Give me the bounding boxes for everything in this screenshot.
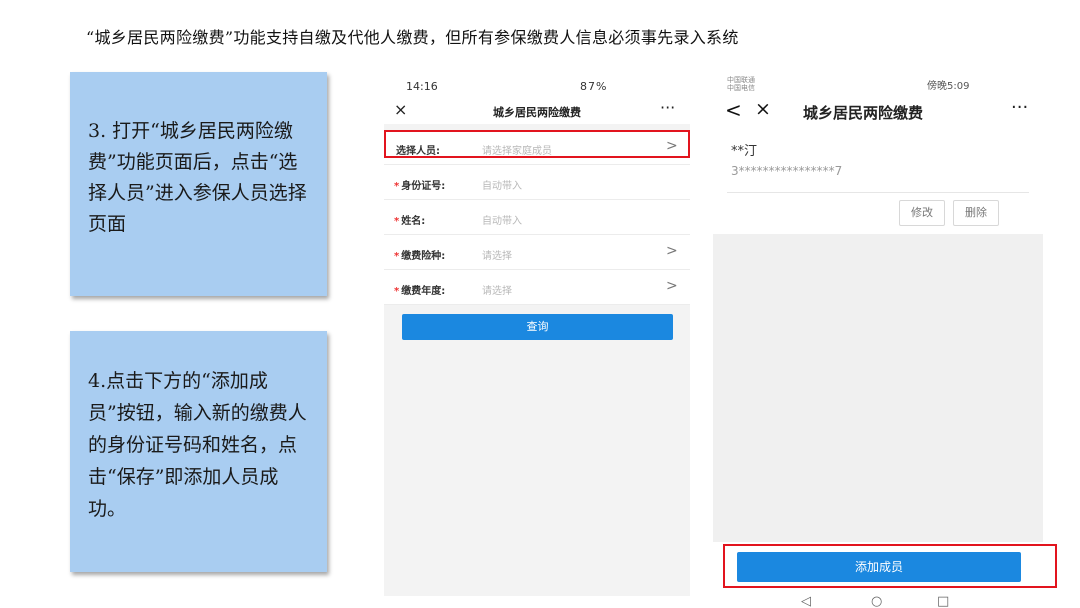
status-time: 14:16 [406, 80, 438, 93]
insurance-type-placeholder: 请选择 [482, 251, 512, 262]
delete-button[interactable]: 删除 [953, 200, 999, 226]
field-label: * 缴费险种: [394, 251, 446, 262]
step-4-text: 4.点击下方的“添加成员”按钮，输入新的缴费人的身份证号码和姓名，点击“保存”即… [88, 370, 307, 520]
battery-level: 87% [580, 80, 608, 93]
nav-recent-icon[interactable]: □ [937, 594, 949, 608]
step-3-text: 3. 打开“城乡居民两险缴费”功能页面后，点击“选择人员”进入参保人员选择页面 [88, 120, 307, 235]
nav-back-icon[interactable]: ◁ [801, 594, 811, 608]
insurance-type-row[interactable]: * 缴费险种: 请选择 > [384, 235, 690, 270]
chevron-right-icon: > [666, 243, 678, 259]
query-button[interactable]: 查询 [402, 314, 673, 340]
name-row: * 姓名: 自动带入 [384, 200, 690, 235]
step-3-note: 3. 打开“城乡居民两险缴费”功能页面后，点击“选择人员”进入参保人员选择页面 [70, 72, 327, 296]
name-value: 自动带入 [482, 216, 522, 227]
id-number-row: * 身份证号: 自动带入 [384, 165, 690, 200]
status-bar: 中国联通 中国电信 傍晚5:09 [713, 72, 1043, 96]
payment-year-row[interactable]: * 缴费年度: 请选择 > [384, 270, 690, 305]
intro-text: “城乡居民两险缴费”功能支持自缴及代他人缴费，但所有参保缴费人信息必须事先录入系… [86, 28, 739, 47]
field-label: * 缴费年度: [394, 286, 446, 297]
chevron-right-icon: > [666, 278, 678, 294]
highlight-box-add-member [723, 544, 1057, 588]
phone-screen-query: 14:16 87% × 城乡居民两险缴费 ··· 选择人员: 请选择家庭成员 >… [384, 72, 690, 596]
nav-home-icon[interactable]: ○ [871, 594, 882, 608]
status-bar: 14:16 87% [384, 72, 690, 98]
back-icon[interactable]: < [725, 98, 742, 122]
member-name: **汀 [731, 144, 758, 159]
phone-screen-members: 中国联通 中国电信 傍晚5:09 < × 城乡居民两险缴费 ··· **汀 3*… [713, 72, 1043, 608]
edit-button[interactable]: 修改 [899, 200, 945, 226]
title-bar: × 城乡居民两险缴费 ··· [384, 98, 690, 124]
title-bar: < × 城乡居民两险缴费 ··· [713, 96, 1043, 130]
step-4-note: 4.点击下方的“添加成员”按钮，输入新的缴费人的身份证号码和姓名，点击“保存”即… [70, 331, 327, 572]
divider [727, 192, 1029, 193]
close-icon[interactable]: × [755, 98, 771, 120]
carrier-info: 中国联通 中国电信 [727, 76, 755, 92]
field-label: * 姓名: [394, 216, 426, 227]
id-number-value: 自动带入 [482, 181, 522, 192]
more-icon[interactable]: ··· [660, 98, 675, 117]
highlight-box [384, 130, 690, 158]
field-label: * 身份证号: [394, 181, 446, 192]
member-id: 3****************7 [731, 164, 843, 178]
member-card: **汀 3****************7 修改 删除 [713, 130, 1043, 234]
page-title: 城乡居民两险缴费 [493, 106, 581, 119]
page-title: 城乡居民两险缴费 [803, 104, 924, 122]
payment-year-placeholder: 请选择 [482, 286, 512, 297]
status-time: 傍晚5:09 [927, 81, 970, 92]
more-icon[interactable]: ··· [1011, 97, 1028, 118]
